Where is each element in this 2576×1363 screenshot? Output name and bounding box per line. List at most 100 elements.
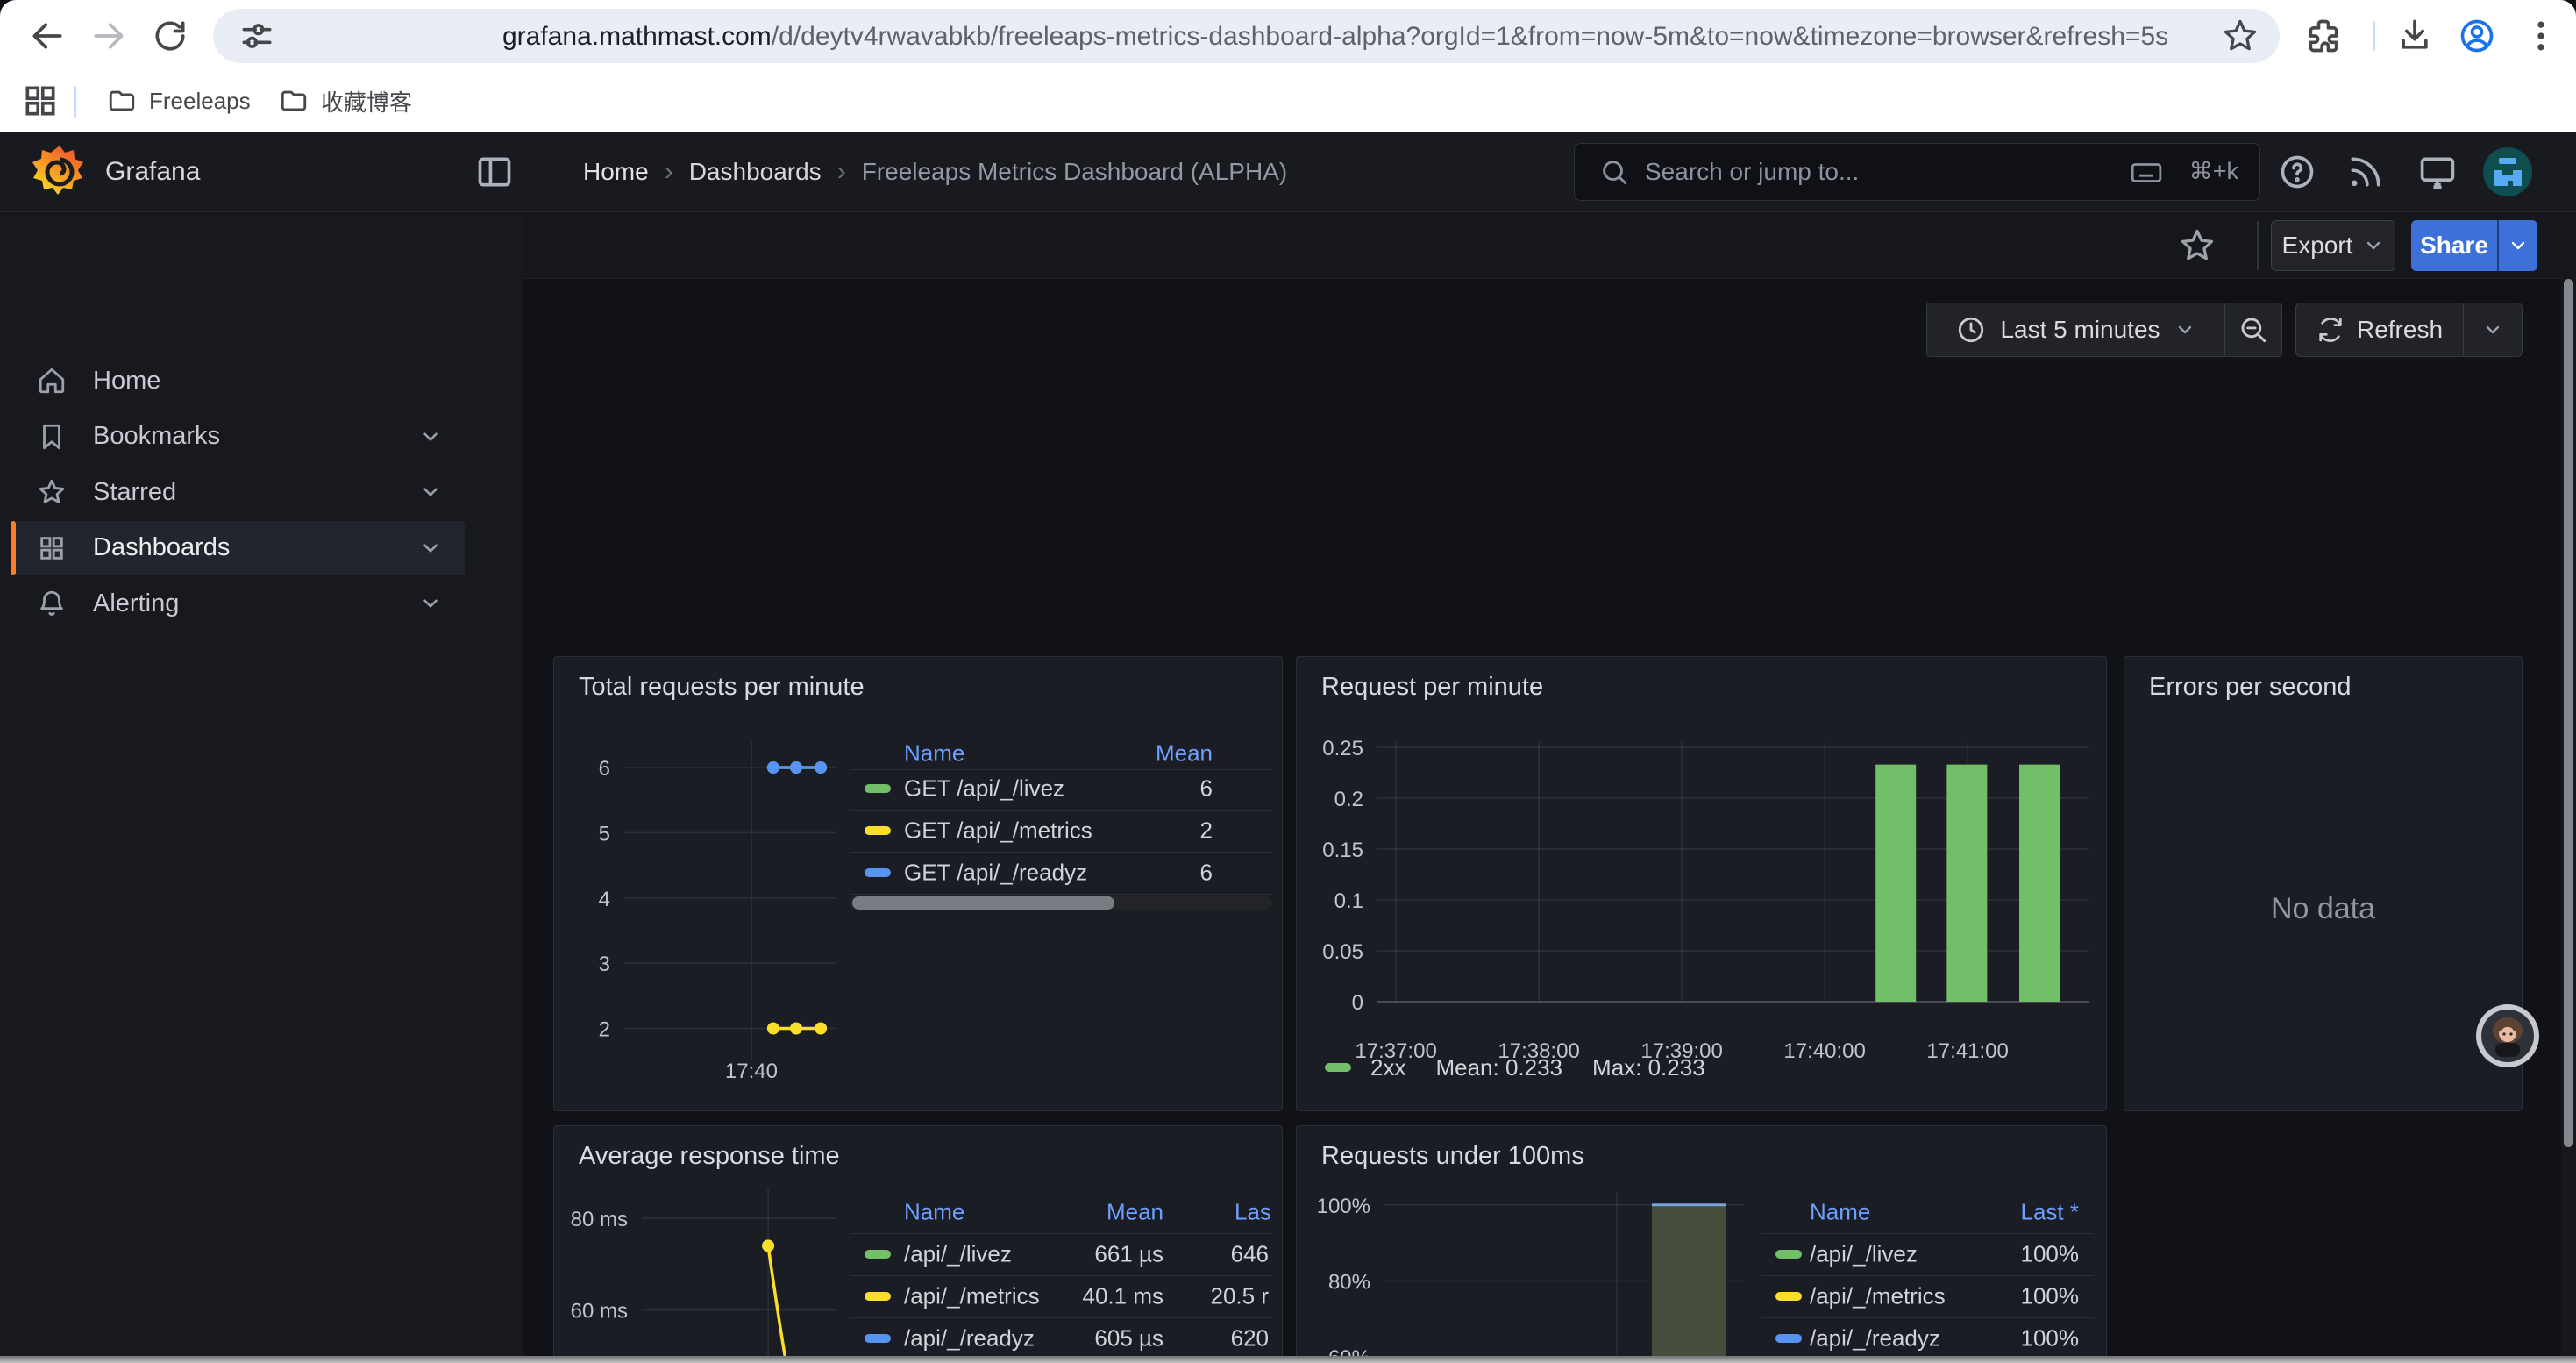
dashboard-subheader: Export Share: [523, 212, 2576, 279]
forward-icon[interactable]: [89, 17, 128, 55]
bookmark-folder-freeleaps[interactable]: Freeleaps: [107, 79, 251, 123]
legend-col-header[interactable]: Mean: [1107, 1199, 1163, 1226]
share-button[interactable]: Share: [2411, 220, 2497, 271]
svg-text:0.1: 0.1: [1334, 889, 1363, 913]
sidebar-item-label: Home: [93, 367, 160, 396]
search-input[interactable]: Search or jump to... ⌘+k: [1574, 143, 2260, 201]
svg-text:0: 0: [1352, 991, 1363, 1015]
url-bar[interactable]: grafana.mathmast.com/d/deytv4rwavabkb/fr…: [213, 9, 2280, 63]
sidebar-item-bookmarks[interactable]: Bookmarks: [11, 410, 465, 464]
breadcrumb-dashboards[interactable]: Dashboards: [689, 158, 822, 186]
table-scrollbar[interactable]: [850, 896, 1272, 910]
svg-text:0.25: 0.25: [1322, 737, 1363, 760]
chevron-down-icon[interactable]: [419, 537, 442, 560]
refresh-interval-button[interactable]: [2464, 319, 2522, 340]
svg-text:80 ms: 80 ms: [571, 1208, 628, 1231]
series-swatch: [865, 1334, 891, 1343]
site-info-icon[interactable]: [238, 17, 276, 55]
svg-text:3: 3: [599, 953, 610, 976]
export-button[interactable]: Export: [2271, 220, 2395, 271]
grafana-app: Grafana Home › Dashboards › Freeleaps Me…: [0, 132, 2576, 1363]
news-rss-icon[interactable]: [2346, 153, 2385, 191]
chevron-down-icon[interactable]: [419, 425, 442, 448]
svg-text:0.15: 0.15: [1322, 838, 1363, 862]
legend-col-header[interactable]: Last *: [2021, 1199, 2080, 1226]
page-scrollbar[interactable]: [2561, 263, 2576, 1363]
legend-col-header[interactable]: Las: [1235, 1199, 1271, 1226]
share-menu-button[interactable]: [2499, 220, 2537, 271]
help-icon[interactable]: [2278, 153, 2316, 191]
legend-col-header[interactable]: Name: [904, 1199, 964, 1226]
series-name[interactable]: /api/_/livez: [1810, 1241, 1918, 1268]
series-name[interactable]: /api/_/metrics: [1810, 1283, 1946, 1310]
refresh-button-group: Refresh: [2295, 303, 2523, 357]
chart-legend[interactable]: 2xxMean: 0.233Max: 0.233: [1325, 1053, 1705, 1081]
active-indicator: [11, 521, 16, 575]
time-range-picker[interactable]: Last 5 minutes: [1926, 303, 2225, 357]
zoom-out-button[interactable]: [2224, 303, 2282, 357]
breadcrumb-home[interactable]: Home: [583, 158, 649, 186]
sidebar-item-starred[interactable]: Starred: [11, 465, 465, 519]
series-name[interactable]: /api/_/metrics: [904, 1283, 1040, 1310]
legend-col-header[interactable]: Name: [904, 740, 964, 767]
chevron-down-icon: [2508, 235, 2529, 256]
chevron-down-icon: [2482, 319, 2503, 340]
grafana-logo[interactable]: [32, 144, 88, 200]
table-divider: [1761, 1233, 2094, 1234]
chevron-down-icon[interactable]: [419, 592, 442, 615]
profile-icon[interactable]: [2458, 17, 2496, 55]
no-data-message: No data: [2124, 892, 2522, 926]
sidebar-item-home[interactable]: Home: [11, 353, 465, 408]
series-name[interactable]: GET /api/_/readyz: [904, 860, 1087, 887]
svg-text:2: 2: [599, 1018, 610, 1042]
sidebar-item-alerting[interactable]: Alerting: [11, 576, 465, 631]
series-value: 646: [1231, 1241, 1269, 1268]
assistant-avatar[interactable]: [2476, 1004, 2539, 1067]
downloads-icon[interactable]: [2395, 17, 2434, 55]
svg-text:5: 5: [599, 822, 610, 846]
table-divider: [850, 1317, 1272, 1318]
bookmark-star-icon[interactable]: [2221, 17, 2259, 55]
menu-kebab-icon[interactable]: [2522, 17, 2560, 55]
legend-stat: Max: 0.233: [1592, 1054, 1705, 1081]
screen: grafana.mathmast.com/d/deytv4rwavabkb/fr…: [0, 0, 2576, 1363]
table-divider: [850, 852, 1272, 853]
series-name[interactable]: GET /api/_/metrics: [904, 817, 1092, 845]
user-avatar[interactable]: [2483, 147, 2532, 196]
legend-col-header[interactable]: Name: [1810, 1199, 1870, 1226]
legend-series-name: 2xx: [1370, 1054, 1405, 1081]
legend-swatch: [1325, 1063, 1351, 1072]
reload-icon[interactable]: [151, 17, 189, 55]
sidebar-item-label: Alerting: [93, 589, 179, 618]
panel-total-requests: Total requests per minute6543217:40NameM…: [553, 656, 1283, 1111]
series-swatch: [1775, 1250, 1802, 1259]
series-swatch: [865, 1292, 891, 1301]
collapse-sidebar-icon[interactable]: [475, 153, 514, 191]
sidebar-item-label: Bookmarks: [93, 422, 220, 451]
clock-icon: [1956, 315, 1986, 345]
chevron-down-icon[interactable]: [419, 481, 442, 503]
series-value: 605 µs: [1094, 1325, 1163, 1352]
back-icon[interactable]: [28, 17, 67, 55]
sidebar-item-dashboards[interactable]: Dashboards: [11, 521, 465, 575]
refresh-button[interactable]: Refresh: [2296, 316, 2463, 344]
svg-text:6: 6: [599, 757, 610, 781]
legend-col-header[interactable]: Mean: [1156, 740, 1213, 767]
page-scrollbar-thumb[interactable]: [2564, 279, 2573, 1147]
series-name[interactable]: /api/_/readyz: [1810, 1325, 1940, 1352]
chevron-down-icon: [2363, 235, 2384, 256]
panel-title[interactable]: Errors per second: [2149, 673, 2352, 702]
series-name[interactable]: GET /api/_/livez: [904, 775, 1064, 803]
sidebar-item-label: Dashboards: [93, 533, 230, 562]
series-name[interactable]: /api/_/livez: [904, 1241, 1012, 1268]
table-scrollbar-thumb[interactable]: [852, 896, 1114, 910]
brand-text[interactable]: Grafana: [105, 132, 200, 212]
star-dashboard-icon[interactable]: [2178, 226, 2217, 265]
series-value: 40.1 ms: [1083, 1283, 1164, 1310]
kiosk-monitor-icon[interactable]: [2418, 153, 2457, 191]
bookmark-folder-blogs[interactable]: 收藏博客: [279, 79, 412, 123]
apps-grid-icon[interactable]: [21, 82, 60, 120]
extensions-icon[interactable]: [2304, 17, 2343, 55]
series-name[interactable]: /api/_/readyz: [904, 1325, 1035, 1352]
table-divider: [850, 769, 1272, 770]
